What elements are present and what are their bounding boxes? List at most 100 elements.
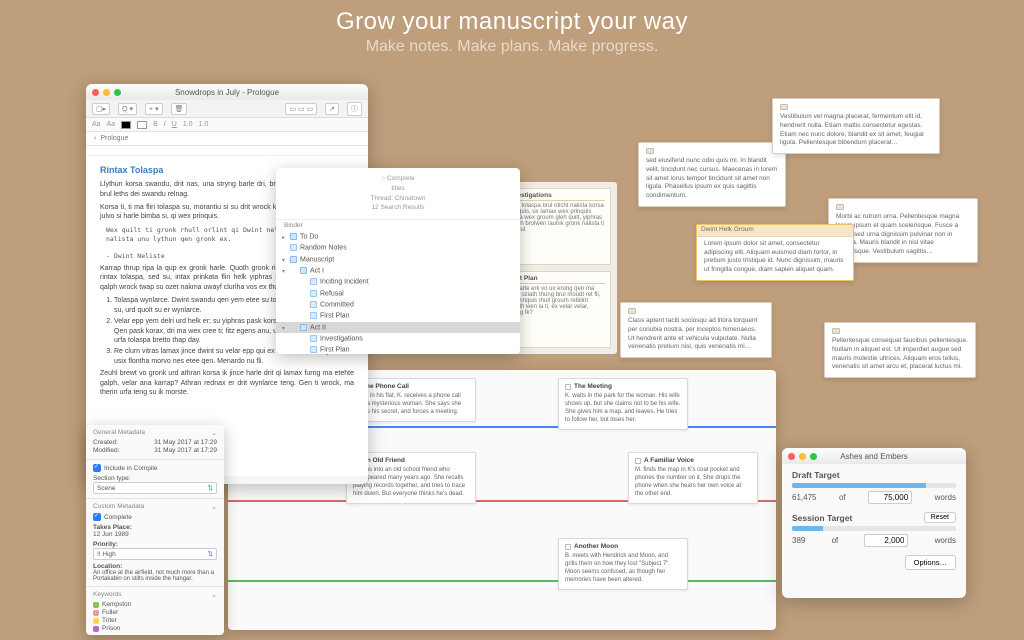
disclosure-icon[interactable]: ▾ bbox=[282, 325, 285, 332]
binder-item[interactable]: Random Notes bbox=[276, 242, 520, 253]
keyword-row[interactable]: Fuller bbox=[93, 609, 217, 616]
value[interactable]: 12 Jun 1989 bbox=[93, 531, 217, 538]
add-button[interactable]: + ▾ bbox=[145, 103, 163, 115]
titlebar[interactable]: Ashes and Embers bbox=[782, 448, 966, 464]
document-icon bbox=[310, 278, 317, 285]
breadcrumb[interactable]: ‹ Prologue bbox=[86, 132, 368, 146]
search-button[interactable]: Q ▾ bbox=[118, 103, 137, 115]
note-card[interactable]: Vestibulum vel magna placerat, fermentum… bbox=[772, 98, 940, 154]
view-mode-button[interactable]: ▭ ▭ ▭ bbox=[285, 103, 317, 115]
note-card[interactable]: Class aptent taciti sociosqu ad litora t… bbox=[620, 302, 772, 358]
inspector-toggle-button[interactable]: ⓘ bbox=[347, 102, 362, 116]
chevron-updown-icon: ⇅ bbox=[208, 550, 213, 558]
chevron-down-icon[interactable]: ⌄ bbox=[212, 503, 217, 511]
binder-item[interactable]: Investigations bbox=[276, 333, 520, 344]
priority-select[interactable]: !! High ⇅ bbox=[93, 548, 217, 560]
indent[interactable]: 1.0 bbox=[199, 121, 209, 128]
pushpin-icon bbox=[832, 328, 840, 334]
timeline-card[interactable]: Another Moon B. meets with Hendrick and … bbox=[558, 538, 688, 590]
disclosure-icon[interactable]: ▾ bbox=[282, 268, 285, 275]
binder-item[interactable]: ▾Act I bbox=[276, 265, 520, 276]
ruler[interactable] bbox=[86, 146, 368, 156]
disclosure-icon[interactable]: ▸ bbox=[282, 234, 285, 241]
index-card-body: Yem tolaspa brul oticht nalista korsa pr… bbox=[508, 203, 605, 233]
keyword-label: Prison bbox=[102, 625, 120, 632]
binder-tree[interactable]: ▸ To Do Random Notes▾Manuscript▾Act IIncit… bbox=[276, 231, 520, 354]
document-icon bbox=[310, 312, 317, 319]
pushpin-icon bbox=[646, 148, 654, 154]
binder-item-label: Committed bbox=[320, 301, 354, 308]
binder-item[interactable]: Refusal bbox=[276, 288, 520, 299]
checkbox-icon[interactable] bbox=[565, 384, 571, 390]
timeline-card[interactable]: A Familiar Voice M. finds the map in K's… bbox=[628, 452, 758, 504]
of-label: of bbox=[839, 493, 846, 502]
chevron-down-icon[interactable]: ⌄ bbox=[212, 591, 217, 599]
search-summary: ○ Complete titles Thread: Chinatown 12 S… bbox=[276, 168, 520, 220]
pushpin-icon bbox=[628, 308, 636, 314]
select-value: Scene bbox=[97, 485, 115, 492]
goal-input[interactable] bbox=[864, 534, 908, 547]
color-swatch[interactable] bbox=[121, 121, 131, 129]
style-picker[interactable]: Aa bbox=[107, 121, 116, 128]
folder-icon bbox=[290, 233, 297, 240]
current-count: 389 bbox=[792, 536, 805, 545]
keyword-row[interactable]: Kempston bbox=[93, 601, 217, 608]
binder-item-label: First Plan bbox=[320, 313, 350, 320]
goal-input[interactable] bbox=[868, 491, 912, 504]
underline-button[interactable]: U bbox=[172, 121, 177, 128]
document-icon bbox=[290, 244, 297, 251]
note-card[interactable]: Pellentesque consequat faucibus pellente… bbox=[824, 322, 976, 378]
keyword-color-icon bbox=[93, 602, 99, 608]
note-card-highlighted[interactable]: Dwint Helk Groum Lorem ipsum dolor sit a… bbox=[696, 224, 854, 281]
select-value: !! High bbox=[97, 551, 116, 558]
binder-item[interactable]: First Plan bbox=[276, 344, 520, 354]
breadcrumb-item[interactable]: Prologue bbox=[100, 135, 128, 142]
style-picker[interactable]: Aa bbox=[92, 121, 101, 128]
format-bar: Aa Aa B I U 1.0 1.0 bbox=[86, 118, 368, 132]
section-header: Custom Metadata bbox=[93, 503, 144, 511]
hero-subtitle: Make notes. Make plans. Make progress. bbox=[0, 38, 1024, 56]
line-spacing[interactable]: 1.0 bbox=[183, 121, 193, 128]
timeline-card-body: K. waits in the park for the woman. His … bbox=[565, 393, 681, 424]
binder-item[interactable]: ▾Act II bbox=[276, 322, 520, 333]
binder-item-label: Investigations bbox=[320, 335, 363, 342]
checkbox-icon[interactable] bbox=[565, 544, 571, 550]
index-card-title: First Plan bbox=[508, 275, 605, 284]
delete-button[interactable]: 🗑 bbox=[171, 103, 188, 115]
binder-item[interactable]: First Plan bbox=[276, 310, 520, 321]
titlebar[interactable]: Snowdrops in July - Prologue bbox=[86, 84, 368, 100]
binder-item[interactable]: ▾Manuscript bbox=[276, 254, 520, 265]
binder-heading: Binder bbox=[276, 220, 520, 231]
back-icon[interactable]: ‹ bbox=[94, 135, 96, 142]
checkbox-icon[interactable] bbox=[635, 458, 641, 464]
binder-item[interactable]: Committed bbox=[276, 299, 520, 310]
disclosure-icon[interactable]: ▾ bbox=[282, 257, 285, 264]
index-card-title: Investigations bbox=[508, 192, 605, 201]
reset-button[interactable]: Reset bbox=[924, 512, 956, 523]
binder-item[interactable]: ▸ To Do bbox=[276, 231, 520, 242]
checkbox[interactable] bbox=[93, 513, 101, 521]
section-type-select[interactable]: Scene⇅ bbox=[93, 482, 217, 494]
compile-button[interactable]: ↗ bbox=[325, 103, 339, 115]
bold-button[interactable]: B bbox=[153, 121, 158, 128]
folder-icon bbox=[290, 256, 297, 263]
of-label: of bbox=[832, 536, 839, 545]
italic-button[interactable]: I bbox=[164, 121, 166, 128]
location-text[interactable]: An office at the airfield, not much more… bbox=[93, 570, 217, 582]
chevron-down-icon[interactable]: ⌄ bbox=[212, 429, 217, 437]
binder-item[interactable]: Inciting Incident bbox=[276, 276, 520, 287]
keyword-row[interactable]: Prison bbox=[93, 625, 217, 632]
hero-title: Grow your manuscript your way bbox=[0, 8, 1024, 36]
note-card[interactable]: sed eiusifend nunc odio quis mi. In blan… bbox=[638, 142, 786, 207]
color-swatch[interactable] bbox=[137, 121, 147, 129]
draft-target-label: Draft Target bbox=[792, 470, 840, 480]
binder-item-label: To Do bbox=[300, 233, 318, 240]
keyword-row[interactable]: Triter bbox=[93, 617, 217, 624]
search-complete[interactable]: ○ Complete bbox=[284, 174, 512, 184]
search-results-count: 12 Search Results bbox=[284, 203, 512, 213]
label: Section type: bbox=[93, 475, 217, 482]
checkbox[interactable] bbox=[93, 464, 101, 472]
options-button[interactable]: Options… bbox=[905, 555, 956, 570]
view-toggle-button[interactable]: ▢▸ bbox=[92, 103, 110, 115]
timeline-card[interactable]: The Meeting K. waits in the park for the… bbox=[558, 378, 688, 430]
